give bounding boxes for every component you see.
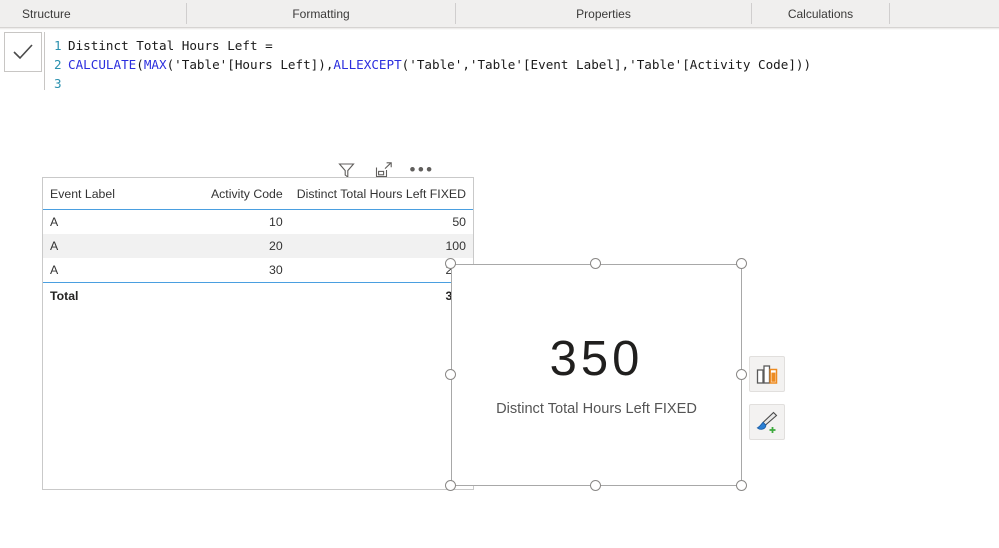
column-header-activity-code[interactable]: Activity Code (178, 178, 290, 210)
card-label: Distinct Total Hours Left FIXED (496, 401, 697, 417)
paintbrush-plus-icon (756, 411, 778, 433)
ribbon-group-calculations-label: Calculations (787, 6, 854, 21)
cell-activity-code: 30 (269, 263, 283, 277)
column-header-event-label[interactable]: Event Label (43, 178, 179, 210)
code-line: 1 Distinct Total Hours Left = (45, 36, 994, 55)
code-token: ('Table','Table'[Event Label],'Table'[Ac… (401, 57, 812, 72)
table-head: Event Label Activity Code Distinct Total… (43, 178, 473, 210)
cell-activity-code: 20 (178, 234, 290, 258)
table-header-row: Event Label Activity Code Distinct Total… (43, 178, 473, 210)
resize-handle-bottom-right[interactable] (736, 480, 747, 491)
cell-total-label: Total (43, 282, 179, 308)
code-content: CALCULATE(MAX('Table'[Hours Left]),ALLEX… (61, 55, 811, 74)
code-token: Distinct Total Hours Left = (68, 38, 273, 53)
report-canvas[interactable]: ••• Event Label Activity Code Distinct T… (0, 92, 999, 548)
resize-handle-middle-right[interactable] (736, 369, 747, 380)
table-row[interactable]: A 20 100 (43, 234, 473, 258)
ribbon-bar: Structure Formatting Properties Calculat… (0, 0, 999, 28)
cell-total-value: 350 (289, 282, 473, 308)
ribbon-group-formatting[interactable]: Formatting (187, 0, 455, 27)
table-total-row: Total 350 (43, 282, 473, 308)
ribbon-group-structure[interactable]: Structure (0, 0, 186, 27)
column-header-distinct-total-hours-left-fixed[interactable]: Distinct Total Hours Left FIXED (289, 178, 473, 210)
ribbon-group-properties[interactable]: Properties (456, 0, 751, 27)
table-row[interactable]: A 30 200 (43, 258, 473, 283)
ribbon-group-structure-label: Structure (22, 6, 71, 21)
resize-handle-top-left[interactable] (445, 258, 456, 269)
cell-event-label: A (50, 215, 59, 229)
power-bi-report-window: Structure Formatting Properties Calculat… (0, 0, 999, 548)
ribbon-group-calculations[interactable]: Calculations (752, 0, 889, 27)
resize-handle-bottom-left[interactable] (445, 480, 456, 491)
line-number: 3 (54, 76, 62, 91)
code-token: ('Table'[Hours Left]), (166, 57, 334, 72)
table-body: A 10 50 A 20 100 A 30 200 (43, 210, 473, 308)
cell-event-label: A (43, 234, 179, 258)
cell-event-label: A (50, 263, 59, 277)
code-content: Distinct Total Hours Left = (61, 36, 273, 55)
more-options-glyph: ••• (409, 160, 435, 179)
checkmark-icon (13, 44, 33, 60)
column-chart-icon (756, 364, 778, 384)
line-number: 1 (54, 38, 62, 53)
cell-total-activity-code (178, 282, 290, 308)
code-line: 3 (45, 74, 994, 93)
change-visual-type-button[interactable] (749, 356, 785, 392)
resize-handle-top-right[interactable] (736, 258, 747, 269)
ribbon-group-properties-label: Properties (576, 6, 631, 21)
card-visual[interactable]: 350 Distinct Total Hours Left FIXED (451, 264, 742, 486)
resize-handle-bottom-center[interactable] (590, 480, 601, 491)
data-table: Event Label Activity Code Distinct Total… (43, 178, 473, 308)
dax-formula-bar: 1 Distinct Total Hours Left = 2 CALCULAT… (0, 30, 999, 92)
commit-formula-button[interactable] (4, 32, 42, 72)
table-visual[interactable]: Event Label Activity Code Distinct Total… (42, 177, 474, 490)
code-token-function: ALLEXCEPT (333, 57, 402, 72)
resize-handle-middle-left[interactable] (445, 369, 456, 380)
dax-code-editor[interactable]: 1 Distinct Total Hours Left = 2 CALCULAT… (44, 32, 994, 93)
add-visual-format-button[interactable] (749, 404, 785, 440)
cell-value: 100 (289, 234, 473, 258)
line-number: 2 (54, 57, 62, 72)
cell-activity-code: 10 (269, 215, 283, 229)
ribbon-group-formatting-label: Formatting (292, 6, 350, 21)
card-value: 350 (549, 332, 644, 386)
code-line: 2 CALCULATE(MAX('Table'[Hours Left]),ALL… (45, 55, 994, 74)
resize-handle-top-center[interactable] (590, 258, 601, 269)
cell-value: 50 (452, 215, 466, 229)
code-token-function: MAX (143, 57, 167, 72)
table-row[interactable]: A 10 50 (43, 210, 473, 235)
ribbon-divider (889, 3, 890, 24)
code-token: ( (136, 57, 144, 72)
code-token-function: CALCULATE (68, 57, 137, 72)
